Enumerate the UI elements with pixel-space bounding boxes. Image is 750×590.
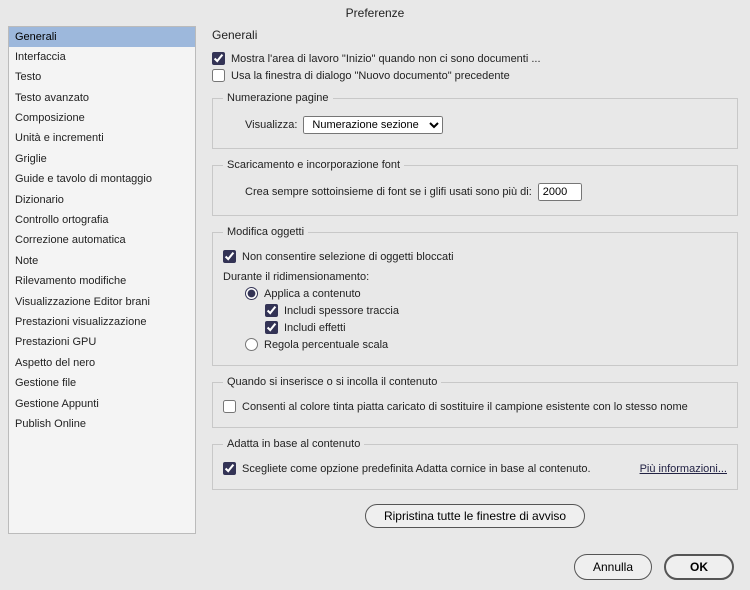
use-legacy-checkbox[interactable] <box>212 69 225 82</box>
sidebar-item-guide-e-tavolo-di-montaggio[interactable]: Guide e tavolo di montaggio <box>9 170 195 190</box>
content-fit-default-label: Scegliete come opzione predefinita Adatt… <box>242 463 591 475</box>
more-info-link[interactable]: Più informazioni... <box>640 463 727 475</box>
sidebar-item-testo-avanzato[interactable]: Testo avanzato <box>9 88 195 108</box>
page-numbering-select[interactable]: Numerazione sezione <box>303 116 443 134</box>
sidebar-item-note[interactable]: Note <box>9 251 195 271</box>
swatch-replace-checkbox[interactable] <box>223 400 236 413</box>
show-start-checkbox[interactable] <box>212 52 225 65</box>
font-subset-input[interactable] <box>538 183 582 201</box>
sidebar-item-aspetto-del-nero[interactable]: Aspetto del nero <box>9 353 195 373</box>
include-stroke-label: Includi spessore traccia <box>284 305 399 317</box>
reset-dialogs-button[interactable]: Ripristina tutte le finestre di avviso <box>365 504 585 528</box>
scaling-heading: Durante il ridimensionamento: <box>223 271 727 283</box>
dialog-title: Preferenze <box>0 0 750 26</box>
sidebar-item-gestione-appunti[interactable]: Gestione Appunti <box>9 394 195 414</box>
sidebar-item-interfaccia[interactable]: Interfaccia <box>9 47 195 67</box>
view-label: Visualizza: <box>245 119 297 131</box>
cancel-button[interactable]: Annulla <box>574 554 652 580</box>
page-numbering-legend: Numerazione pagine <box>223 92 333 104</box>
panel-heading: Generali <box>212 28 738 42</box>
preferences-panel: Generali Mostra l'area di lavoro "Inizio… <box>208 26 742 544</box>
sidebar-item-testo[interactable]: Testo <box>9 68 195 88</box>
ok-button[interactable]: OK <box>664 554 734 580</box>
sidebar-item-unit-e-incrementi[interactable]: Unità e incrementi <box>9 129 195 149</box>
include-effects-checkbox[interactable] <box>265 321 278 334</box>
include-stroke-checkbox[interactable] <box>265 304 278 317</box>
apply-content-label: Applica a contenuto <box>264 288 361 300</box>
font-download-group: Scaricamento e incorporazione font Crea … <box>212 159 738 216</box>
object-editing-group: Modifica oggetti Non consentire selezion… <box>212 226 738 366</box>
adjust-percentage-label: Regola percentuale scala <box>264 339 388 351</box>
sidebar-item-visualizzazione-editor-brani[interactable]: Visualizzazione Editor brani <box>9 292 195 312</box>
prevent-selection-checkbox[interactable] <box>223 250 236 263</box>
category-sidebar: GeneraliInterfacciaTestoTesto avanzatoCo… <box>8 26 196 534</box>
sidebar-item-dizionario[interactable]: Dizionario <box>9 190 195 210</box>
sidebar-item-controllo-ortografia[interactable]: Controllo ortografia <box>9 211 195 231</box>
sidebar-item-prestazioni-visualizzazione[interactable]: Prestazioni visualizzazione <box>9 312 195 332</box>
paste-content-group: Quando si inserisce o si incolla il cont… <box>212 376 738 428</box>
use-legacy-label: Usa la finestra di dialogo "Nuovo docume… <box>231 70 510 82</box>
sidebar-item-griglie[interactable]: Griglie <box>9 149 195 169</box>
font-subset-label: Crea sempre sottoinsieme di font se i gl… <box>245 186 532 198</box>
sidebar-item-gestione-file[interactable]: Gestione file <box>9 374 195 394</box>
content-fit-legend: Adatta in base al contenuto <box>223 438 364 450</box>
sidebar-item-publish-online[interactable]: Publish Online <box>9 414 195 434</box>
sidebar-item-correzione-automatica[interactable]: Correzione automatica <box>9 231 195 251</box>
font-download-legend: Scaricamento e incorporazione font <box>223 159 404 171</box>
include-effects-label: Includi effetti <box>284 322 346 334</box>
page-numbering-group: Numerazione pagine Visualizza: Numerazio… <box>212 92 738 149</box>
object-editing-legend: Modifica oggetti <box>223 226 308 238</box>
prevent-selection-label: Non consentire selezione di oggetti bloc… <box>242 251 454 263</box>
content-fit-default-checkbox[interactable] <box>223 462 236 475</box>
sidebar-item-prestazioni-gpu[interactable]: Prestazioni GPU <box>9 333 195 353</box>
content-fit-group: Adatta in base al contenuto Scegliete co… <box>212 438 738 490</box>
sidebar-item-composizione[interactable]: Composizione <box>9 109 195 129</box>
show-start-label: Mostra l'area di lavoro "Inizio" quando … <box>231 53 541 65</box>
paste-content-legend: Quando si inserisce o si incolla il cont… <box>223 376 441 388</box>
apply-content-radio[interactable] <box>245 287 258 300</box>
adjust-percentage-radio[interactable] <box>245 338 258 351</box>
sidebar-item-generali[interactable]: Generali <box>9 27 195 47</box>
swatch-replace-label: Consenti al colore tinta piatta caricato… <box>242 401 688 413</box>
sidebar-item-rilevamento-modifiche[interactable]: Rilevamento modifiche <box>9 272 195 292</box>
